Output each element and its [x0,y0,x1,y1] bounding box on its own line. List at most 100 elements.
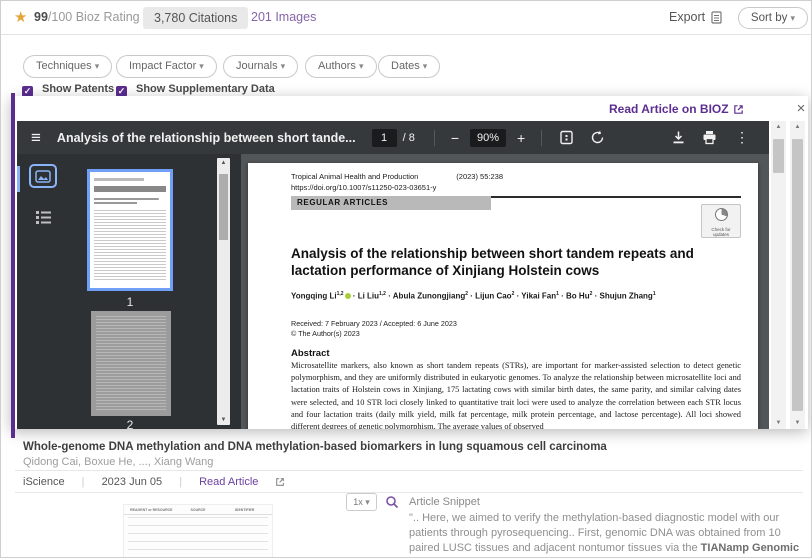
fit-to-page-icon[interactable] [559,130,574,145]
show-patents-toggle[interactable]: ✓Show Patents [22,83,114,97]
section-label: REGULAR ARTICLES [291,196,491,210]
check-updates-text: updates [713,232,729,237]
bioz-product-page: ★ 99/100 Bioz Ratingi 3,780 Citations 20… [0,0,812,558]
page-1-thumbnail[interactable] [87,169,173,291]
sidebar-scrollbar[interactable]: ▲ ▼ [217,158,230,425]
page-number-input[interactable]: 1 [372,129,397,147]
citations-count[interactable]: 3,780 Citations [143,7,248,29]
chevron-down-icon: ▾ [199,61,204,71]
show-supplementary-toggle[interactable]: ✓Show Supplementary Data [116,83,275,97]
citation-title[interactable]: Whole-genome DNA methylation and DNA met… [23,441,607,453]
zoom-out-button[interactable]: − [451,131,459,145]
filter-dates[interactable]: Dates ▾ [378,55,440,78]
divider: | [82,476,85,488]
page-1-label: 1 [87,295,173,309]
article-card-accent-bar [11,93,15,438]
figure-col-header: SOURCE [175,508,222,512]
citation-authors: Qidong Cai, Boxue He, ..., Xiang Wang [23,456,213,468]
snippet-zoom-dropdown[interactable]: 1x ▾ [346,493,377,511]
print-icon[interactable] [702,130,717,145]
sort-by-dropdown[interactable]: Sort by ▾ [738,7,808,29]
outline-view-icon[interactable] [31,206,55,228]
zoom-value: 1x [353,497,365,507]
figure-table-rows [128,517,268,557]
filter-journals[interactable]: Journals ▾ [223,55,298,78]
abstract-heading: Abstract [291,348,330,359]
active-view-indicator [17,166,20,192]
external-link-icon [733,104,744,115]
read-article-label: Read Article [199,476,258,488]
read-article-link[interactable]: Read Article [199,476,285,488]
filter-authors[interactable]: Authors ▾ [305,55,377,78]
scroll-up-icon[interactable]: ▲ [771,124,786,130]
figure-col-header: REAGENT or RESOURCE [128,508,175,512]
section-rule [491,196,741,198]
download-icon[interactable] [671,130,686,145]
zoom-level[interactable]: 90% [470,129,506,147]
pdf-main-view: Tropical Animal Health and Production(20… [241,154,769,429]
filter-label: Dates [391,60,423,72]
journal-line: Tropical Animal Health and Production(20… [291,172,503,181]
check-updates-icon [715,208,728,221]
chevron-down-icon: ▾ [365,497,370,507]
journal-name: iScience [23,476,65,488]
scrollbar-thumb[interactable] [773,139,784,173]
toolbar-divider [434,130,435,146]
filter-label: Journals [236,60,281,72]
figure-table-header: REAGENT or RESOURCE SOURCE IDENTIFIER [124,505,272,515]
toggle-label: Show Supplementary Data [136,83,275,95]
filter-techniques[interactable]: Techniques ▾ [23,55,112,78]
article-snippet-label: Article Snippet [409,496,480,508]
sort-by-label: Sort by [751,12,791,24]
chevron-down-icon: ▾ [95,61,100,71]
filter-impact-factor[interactable]: Impact Factor ▾ [116,55,217,78]
doi-line: https://doi.org/10.1007/s11250-023-03651… [291,183,436,192]
chevron-down-icon: ▾ [791,13,796,23]
more-options-icon[interactable]: ⋮ [735,129,749,146]
copyright-line: © The Author(s) 2023 [291,329,360,338]
bioz-rating: 99/100 Bioz Ratingi [34,10,155,25]
check-for-updates-badge[interactable]: Check forupdates [701,204,741,238]
rating-rest: /100 Bioz Rating [48,10,140,24]
export-csv-icon [710,11,723,24]
thumbnails-view-icon[interactable] [29,164,57,188]
figure-table-thumbnail[interactable]: REAGENT or RESOURCE SOURCE IDENTIFIER [123,504,273,558]
images-count[interactable]: 201 Images [251,10,316,24]
close-icon[interactable]: × [792,100,810,117]
export-button[interactable]: Export [669,10,723,24]
pdf-page-1: Tropical Animal Health and Production(20… [248,163,758,429]
pdf-preview-modal: Read Article on BIOZ × ≡ Analysis of the… [11,96,808,429]
menu-icon[interactable]: ≡ [31,128,41,148]
pdf-sidebar: 1 2 ▲ ▼ [17,154,241,429]
top-bar: ★ 99/100 Bioz Ratingi 3,780 Citations 20… [1,1,811,35]
read-link-label: Read Article on BIOZ [609,102,729,116]
chevron-down-icon: ▾ [281,61,286,71]
rotate-icon[interactable] [590,130,605,145]
rating-score: 99 [34,10,48,24]
scroll-down-icon[interactable]: ▼ [217,417,230,423]
pdf-scrollbar[interactable]: ▲ ▼ [771,121,786,429]
page-1-thumbnail-content [94,176,166,284]
toolbar-divider [541,130,542,146]
read-article-on-bioz-link[interactable]: Read Article on BIOZ [609,102,744,116]
scroll-down-icon[interactable]: ▼ [771,420,786,426]
article-title: Analysis of the relationship between sho… [291,245,731,279]
scroll-down-icon[interactable]: ▼ [790,420,805,426]
scroll-up-icon[interactable]: ▲ [217,160,230,166]
received-accepted-line: Received: 7 February 2023 / Accepted: 6 … [291,319,457,328]
page-2-thumbnail[interactable] [91,311,171,416]
page-2-thumbnail-content [96,316,166,411]
page-2-label: 2 [87,418,173,429]
toggle-label: Show Patents [42,83,114,95]
scroll-up-icon[interactable]: ▲ [790,124,805,130]
divider: | [179,476,182,488]
pdf-document-title: Analysis of the relationship between sho… [57,131,356,145]
zoom-in-button[interactable]: + [517,131,525,145]
scrollbar-thumb[interactable] [792,139,803,411]
page-total: / 8 [403,132,415,144]
search-icon[interactable] [385,495,399,514]
scrollbar-thumb[interactable] [219,174,228,240]
modal-scrollbar[interactable]: ▲ ▼ [790,121,805,429]
toolbar-right-group: ⋮ [663,129,755,146]
article-authors: Yongqing Li1,2 · Li Liu1,2 · Abula Zunon… [291,291,741,301]
